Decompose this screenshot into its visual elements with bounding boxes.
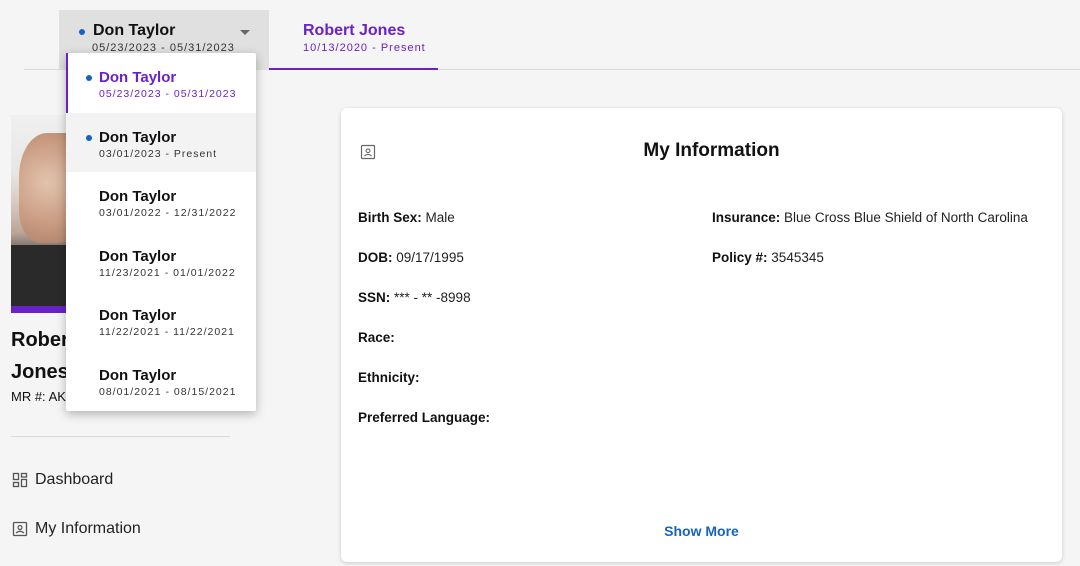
ssn-value: *** - ** -8998 bbox=[394, 290, 471, 305]
ssn-field: SSN: *** - ** -8998 bbox=[358, 290, 471, 305]
dropdown-item-dates: 11/23/2021 - 01/01/2022 bbox=[99, 266, 236, 279]
insurance-label: Insurance: bbox=[712, 210, 781, 225]
avatar-shirt bbox=[11, 245, 71, 312]
policy-field: Policy #: 3545345 bbox=[712, 250, 824, 265]
dropdown-item-name: Don Taylor bbox=[99, 69, 177, 86]
dob-label: DOB: bbox=[358, 250, 393, 265]
preferred-language-field: Preferred Language: bbox=[358, 410, 490, 425]
avatar-accent-bar bbox=[11, 306, 71, 313]
birth-sex-field: Birth Sex: Male bbox=[358, 210, 455, 225]
dropdown-item[interactable]: Don Taylor 08/01/2021 - 08/15/2021 bbox=[66, 351, 256, 411]
dropdown-item-dates: 03/01/2022 - 12/31/2022 bbox=[99, 207, 237, 220]
dropdown-item-dates: 05/23/2023 - 05/31/2023 bbox=[99, 88, 237, 100]
sidebar-item-my-information[interactable]: My Information bbox=[11, 517, 141, 541]
patient-name-line2: Jones bbox=[11, 361, 69, 383]
tab-patient-dates: 10/13/2020 - Present bbox=[303, 42, 426, 54]
avatar bbox=[11, 115, 71, 312]
my-information-card: My Information Birth Sex: Male DOB: 09/1… bbox=[341, 108, 1062, 562]
sidebar-divider bbox=[11, 436, 230, 437]
insurance-field: Insurance: Blue Cross Blue Shield of Nor… bbox=[712, 210, 1028, 225]
dropdown-item-dates: 03/01/2023 - Present bbox=[99, 147, 218, 160]
show-more-link[interactable]: Show More bbox=[341, 523, 1062, 539]
insurance-value: Blue Cross Blue Shield of North Carolina bbox=[784, 210, 1028, 225]
patient-dropdown-menu: Don Taylor 05/23/2023 - 05/31/2023 Don T… bbox=[66, 53, 256, 411]
dropdown-item-name: Don Taylor bbox=[99, 188, 177, 206]
caret-down-icon[interactable] bbox=[240, 30, 250, 35]
tab-robert-jones[interactable]: Robert Jones 10/13/2020 - Present bbox=[269, 10, 438, 70]
ethnicity-field: Ethnicity: bbox=[358, 370, 420, 385]
ethnicity-label: Ethnicity: bbox=[358, 370, 420, 385]
card-title: My Information bbox=[643, 140, 780, 161]
active-dot-icon bbox=[86, 134, 92, 141]
policy-label: Policy #: bbox=[712, 250, 768, 265]
dropdown-item[interactable]: Don Taylor 11/23/2021 - 01/01/2022 bbox=[66, 232, 256, 292]
tab-patient-name: Robert Jones bbox=[303, 22, 406, 39]
ssn-label: SSN: bbox=[358, 290, 391, 305]
mr-number: MR #: AK bbox=[11, 389, 66, 404]
sidebar-item-label: Dashboard bbox=[35, 471, 114, 488]
contact-card-icon bbox=[12, 521, 28, 537]
dropdown-item-dates: 08/01/2021 - 08/15/2021 bbox=[99, 385, 237, 398]
dropdown-item[interactable]: Don Taylor 03/01/2022 - 12/31/2022 bbox=[66, 172, 256, 232]
dob-field: DOB: 09/17/1995 bbox=[358, 250, 464, 265]
dropdown-item-name: Don Taylor bbox=[99, 128, 177, 146]
dropdown-item-name: Don Taylor bbox=[99, 307, 177, 325]
dropdown-item[interactable]: Don Taylor 03/01/2023 - Present bbox=[66, 112, 256, 173]
dob-value: 09/17/1995 bbox=[396, 250, 464, 265]
active-dot-icon bbox=[79, 29, 85, 35]
dropdown-item-dates: 11/22/2021 - 11/22/2021 bbox=[99, 326, 235, 339]
race-field: Race: bbox=[358, 330, 395, 345]
sidebar-item-dashboard[interactable]: Dashboard bbox=[11, 468, 113, 492]
dropdown-item[interactable]: Don Taylor 05/23/2023 - 05/31/2023 bbox=[66, 53, 256, 113]
avatar-face bbox=[19, 133, 71, 243]
dropdown-item-name: Don Taylor bbox=[99, 247, 177, 265]
dashboard-icon bbox=[12, 472, 28, 488]
dropdown-item[interactable]: Don Taylor 11/22/2021 - 11/22/2021 bbox=[66, 291, 256, 351]
policy-value: 3545345 bbox=[771, 250, 824, 265]
sidebar-item-label: My Information bbox=[35, 520, 141, 537]
patient-name-line1: Rober bbox=[11, 329, 69, 351]
active-dot-icon bbox=[86, 75, 92, 81]
birth-sex-label: Birth Sex: bbox=[358, 210, 422, 225]
race-label: Race: bbox=[358, 330, 395, 345]
dropdown-item-name: Don Taylor bbox=[99, 366, 177, 384]
birth-sex-value: Male bbox=[425, 210, 455, 225]
preferred-language-label: Preferred Language: bbox=[358, 410, 491, 425]
